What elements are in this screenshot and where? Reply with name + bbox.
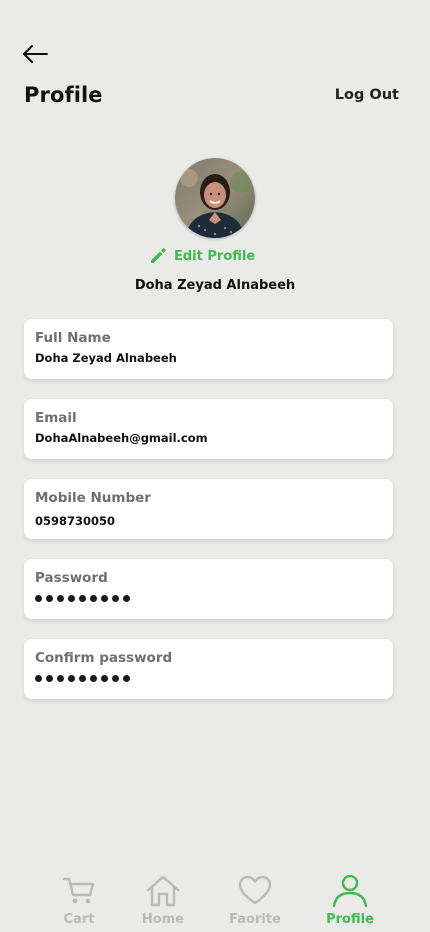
mobile-number-field[interactable]: Mobile Number 0598730050 xyxy=(24,479,393,539)
mask-dot xyxy=(112,675,119,682)
mask-dot xyxy=(79,595,86,602)
mask-dot xyxy=(101,675,108,682)
nav-label-profile: Profile xyxy=(326,912,374,927)
nav-label-home: Home xyxy=(141,912,185,927)
field-label: Full Name xyxy=(35,330,111,346)
edit-profile-label: Edit Profile xyxy=(174,248,256,264)
mask-dot xyxy=(79,675,86,682)
mask-dot xyxy=(90,675,97,682)
logout-button[interactable]: Log Out xyxy=(335,87,399,103)
mask-dot xyxy=(68,675,75,682)
mask-dot xyxy=(112,595,119,602)
field-label: Mobile Number xyxy=(35,490,151,506)
password-field[interactable]: Password xyxy=(24,559,393,619)
confirm-password-field[interactable]: Confirm password xyxy=(24,639,393,699)
heart-icon xyxy=(238,875,272,905)
email-field[interactable]: Email DohaAlnabeeh@gmail.com xyxy=(24,399,393,459)
home-icon xyxy=(146,875,180,907)
confirm-password-dots[interactable] xyxy=(35,675,382,682)
mask-dot xyxy=(46,595,53,602)
nav-label-favorite: Faorite xyxy=(229,912,281,927)
mask-dot xyxy=(46,675,53,682)
mask-dot xyxy=(57,675,64,682)
mask-dot xyxy=(123,675,130,682)
field-label: Email xyxy=(35,410,77,426)
page-title: Profile xyxy=(24,83,103,107)
user-name: Doha Zeyad Alnabeeh xyxy=(134,278,296,293)
mask-dot xyxy=(35,675,42,682)
mask-dot xyxy=(101,595,108,602)
edit-profile-button[interactable]: Edit Profile xyxy=(148,245,255,267)
nav-item-favorite[interactable]: Faorite xyxy=(220,872,290,932)
person-icon xyxy=(332,874,368,908)
cart-icon xyxy=(62,877,95,904)
password-dots[interactable] xyxy=(35,595,382,602)
bottom-nav: Cart Home Faorite Profile xyxy=(0,872,430,932)
nav-item-home[interactable]: Home xyxy=(128,872,198,932)
mobile-number-value[interactable]: 0598730050 xyxy=(35,514,382,528)
full-name-field[interactable]: Full Name Doha Zeyad Alnabeeh xyxy=(24,319,393,379)
mask-dot xyxy=(90,595,97,602)
mask-dot xyxy=(35,595,42,602)
user-photo-icon xyxy=(175,158,255,238)
mask-dot xyxy=(57,595,64,602)
nav-label-cart: Cart xyxy=(63,912,95,927)
full-name-value[interactable]: Doha Zeyad Alnabeeh xyxy=(35,351,382,365)
back-arrow-icon[interactable] xyxy=(20,42,50,66)
avatar[interactable] xyxy=(175,158,255,238)
profile-screen: Profile Log Out Edit Profile Doha Zeyad … xyxy=(0,0,430,932)
field-label: Password xyxy=(35,570,108,586)
mask-dot xyxy=(123,595,130,602)
email-value[interactable]: DohaAlnabeeh@gmail.com xyxy=(35,431,382,445)
nav-item-profile[interactable]: Profile xyxy=(315,872,385,932)
field-label: Confirm password xyxy=(35,650,173,666)
pencil-icon xyxy=(151,248,166,263)
nav-item-cart[interactable]: Cart xyxy=(44,872,114,932)
mask-dot xyxy=(68,595,75,602)
